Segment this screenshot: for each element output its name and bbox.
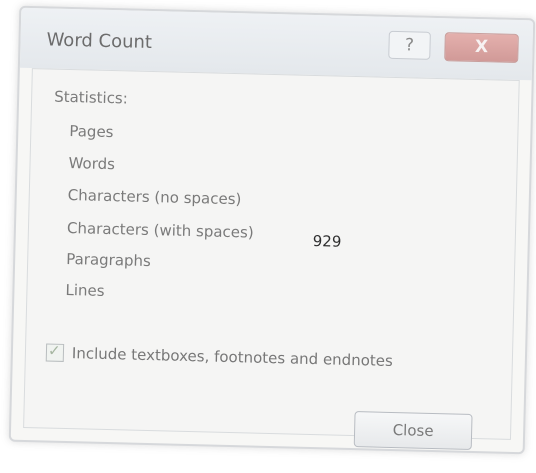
stat-value-characters-with-spaces: 929 bbox=[312, 232, 342, 251]
title-close-button[interactable]: X bbox=[444, 32, 519, 63]
checkmark-icon: ✓ bbox=[47, 341, 61, 360]
dialog-content: Statistics: Pages Words Characters (no s… bbox=[23, 68, 520, 450]
stat-label-paragraphs: Paragraphs bbox=[66, 249, 152, 271]
stat-label-characters-no-spaces: Characters (no spaces) bbox=[67, 186, 242, 209]
stat-label-words: Words bbox=[68, 154, 116, 174]
stat-label-characters-with-spaces: Characters (with spaces) bbox=[66, 218, 254, 242]
dialog-title: Word Count bbox=[46, 29, 153, 54]
word-count-dialog: Word Count ? X Statistics: Pages Words C… bbox=[8, 5, 536, 455]
statistics-heading: Statistics: bbox=[53, 87, 129, 108]
close-icon: X bbox=[474, 36, 489, 58]
stat-label-lines: Lines bbox=[65, 280, 105, 300]
include-textboxes-label: Include textboxes, footnotes and endnote… bbox=[71, 344, 394, 370]
stat-label-pages: Pages bbox=[69, 122, 114, 142]
include-textboxes-option[interactable]: ✓ Include textboxes, footnotes and endno… bbox=[45, 341, 394, 370]
question-mark-icon: ? bbox=[404, 35, 415, 56]
close-button[interactable]: Close bbox=[353, 411, 473, 450]
help-button[interactable]: ? bbox=[388, 30, 431, 60]
include-textboxes-checkbox[interactable]: ✓ bbox=[45, 341, 65, 362]
